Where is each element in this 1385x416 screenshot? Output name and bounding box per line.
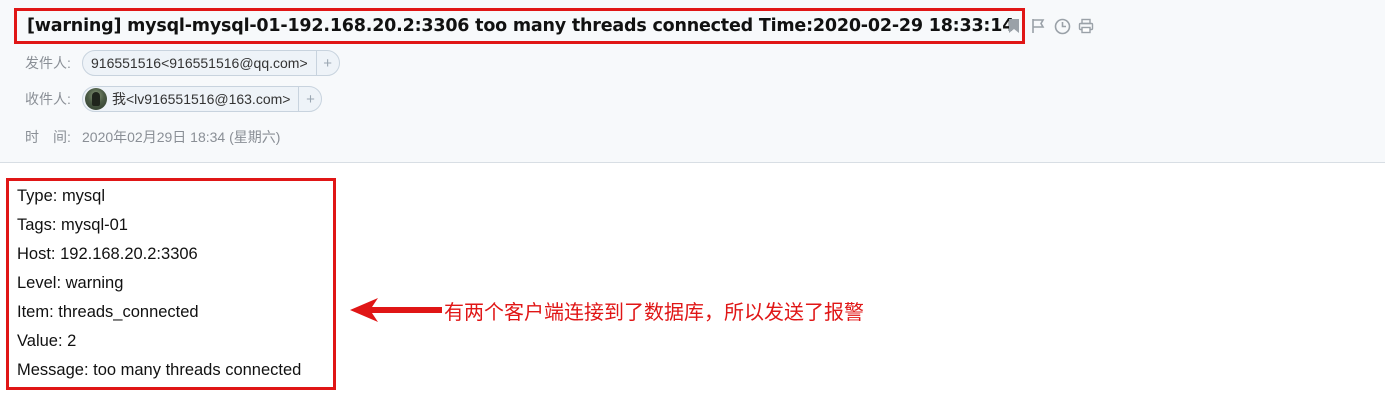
bookmark-icon[interactable]: [1005, 16, 1023, 36]
subject-highlight-box: [warning] mysql-mysql-01-192.168.20.2:33…: [14, 8, 1026, 44]
mail-subject: [warning] mysql-mysql-01-192.168.20.2:33…: [27, 16, 1015, 36]
mail-header: [warning] mysql-mysql-01-192.168.20.2:33…: [0, 0, 1385, 163]
sender-row: 发件人: 916551516 <916551516@qq.com> +: [25, 50, 340, 76]
recipient-label: 收件人:: [25, 91, 71, 107]
sender-chip[interactable]: 916551516 <916551516@qq.com> +: [82, 50, 340, 76]
body-line-level: Level: warning: [17, 274, 124, 292]
body-line-type: Type: mysql: [17, 187, 106, 205]
print-icon[interactable]: [1077, 16, 1095, 36]
body-line-tags: Tags: mysql-01: [17, 216, 128, 234]
add-recipient-contact-button[interactable]: +: [298, 87, 321, 111]
sender-label: 发件人:: [25, 55, 71, 71]
recipient-chip-text[interactable]: 我 <lv916551516@163.com>: [83, 87, 298, 111]
clock-icon[interactable]: [1053, 16, 1071, 36]
time-value: 2020年02月29日 18:34 (星期六): [82, 129, 281, 145]
time-label: 时 间:: [25, 129, 71, 145]
avatar: [85, 88, 107, 110]
body-line-message: Message: too many threads connected: [17, 361, 302, 379]
recipient-row: 收件人: 我 <lv916551516@163.com> +: [25, 86, 323, 112]
sender-email: <916551516@qq.com>: [161, 55, 308, 71]
recipient-email: <lv916551516@163.com>: [126, 91, 291, 107]
mail-body: Type: mysql Tags: mysql-01 Host: 192.168…: [17, 182, 301, 385]
sender-name: 916551516: [91, 55, 162, 71]
add-sender-contact-button[interactable]: +: [315, 51, 339, 75]
flag-icon[interactable]: [1029, 16, 1047, 36]
sender-chip-text[interactable]: 916551516 <916551516@qq.com>: [83, 51, 316, 75]
recipient-name: 我: [112, 91, 126, 107]
annotation-arrow-icon: [350, 298, 442, 322]
body-line-value: Value: 2: [17, 332, 77, 350]
body-line-item: Item: threads_connected: [17, 303, 199, 321]
recipient-chip[interactable]: 我 <lv916551516@163.com> +: [82, 86, 323, 112]
body-line-host: Host: 192.168.20.2:3306: [17, 245, 198, 263]
mail-toolbar: [1005, 16, 1095, 36]
time-row: 时 间: 2020年02月29日 18:34 (星期六): [25, 127, 280, 147]
annotation-text: 有两个客户端连接到了数据库，所以发送了报警: [444, 300, 864, 324]
